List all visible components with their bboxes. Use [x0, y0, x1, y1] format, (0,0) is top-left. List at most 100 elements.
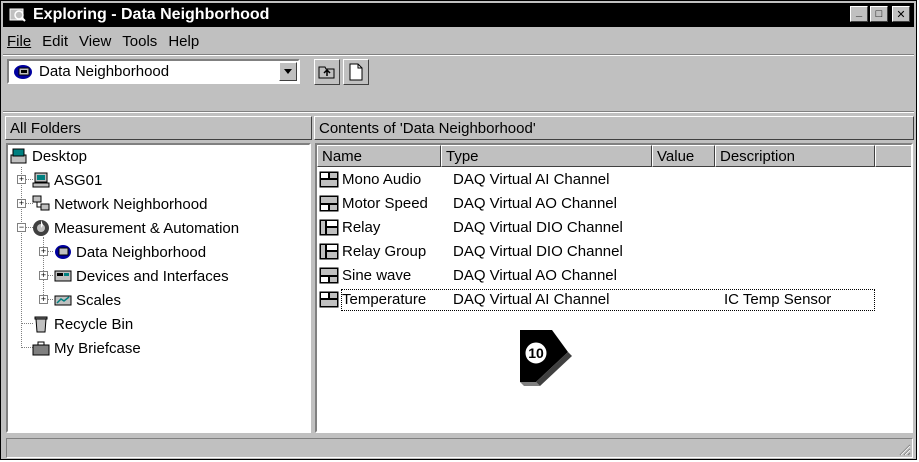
- resize-grip-icon[interactable]: [897, 442, 911, 456]
- devices-icon: [54, 270, 72, 282]
- row-type: DAQ Virtual AI Channel: [453, 171, 610, 188]
- row-name: Relay: [342, 219, 381, 236]
- menu-tools[interactable]: Tools: [122, 33, 157, 50]
- column-header-value[interactable]: Value: [652, 145, 715, 167]
- maximize-button[interactable]: □: [870, 6, 888, 22]
- address-combo[interactable]: Data Neighborhood: [7, 59, 300, 84]
- expand-scales-button[interactable]: +: [39, 295, 48, 304]
- close-button[interactable]: ✕: [892, 6, 910, 22]
- tree-label: Network Neighborhood: [54, 195, 208, 213]
- row-type: DAQ Virtual AI Channel: [453, 291, 610, 308]
- tree-item-scales[interactable]: Scales: [54, 289, 121, 311]
- column-header-type[interactable]: Type: [441, 145, 652, 167]
- row-type: DAQ Virtual AO Channel: [453, 267, 617, 284]
- row-name: Relay Group: [342, 243, 427, 260]
- all-folders-header: All Folders: [5, 116, 312, 140]
- table-row[interactable]: Sine wave DAQ Virtual AO Channel: [317, 265, 907, 287]
- data-neighborhood-icon: [14, 64, 32, 79]
- expand-devices-button[interactable]: +: [39, 271, 48, 280]
- tree-label: Scales: [76, 291, 122, 309]
- title-bar[interactable]: Exploring - Data Neighborhood _ □ ✕: [3, 3, 914, 27]
- tree-label: Measurement & Automation: [54, 219, 240, 237]
- measurement-icon: [33, 220, 49, 236]
- ao-channel-icon: [319, 267, 339, 284]
- contents-list[interactable]: Name Type Value Description Mono Audio D…: [315, 143, 913, 433]
- table-row-focused[interactable]: Temperature DAQ Virtual AI Channel IC Te…: [341, 289, 875, 311]
- network-icon: [32, 195, 50, 211]
- column-header-label: Value: [657, 147, 695, 165]
- table-row[interactable]: Relay Group DAQ Virtual DIO Channel: [317, 241, 907, 263]
- callout-number: 10: [528, 345, 544, 361]
- window-title: Exploring - Data Neighborhood: [33, 6, 270, 23]
- menu-edit[interactable]: Edit: [42, 33, 68, 50]
- column-header-label: Name: [322, 147, 363, 165]
- explorer-window: Exploring - Data Neighborhood _ □ ✕ File…: [0, 0, 917, 460]
- menu-tools-label: Tools: [122, 32, 158, 50]
- menu-file-label: File: [7, 32, 32, 50]
- tree-label: Desktop: [32, 147, 88, 165]
- tree-label: Data Neighborhood: [76, 243, 207, 261]
- tree-item-devices-interfaces[interactable]: Devices and Interfaces: [54, 265, 229, 287]
- scales-icon: [54, 295, 72, 306]
- column-header-description[interactable]: Description: [715, 145, 875, 167]
- tree-connector: [21, 167, 22, 346]
- row-type: DAQ Virtual DIO Channel: [453, 243, 623, 260]
- address-dropdown-button[interactable]: [279, 62, 297, 81]
- maximize-icon: □: [875, 8, 883, 20]
- new-button[interactable]: [343, 59, 369, 85]
- tree-label: ASG01: [54, 171, 103, 189]
- contents-label: Contents of 'Data Neighborhood': [319, 119, 536, 137]
- tree-item-network-neighborhood[interactable]: Network Neighborhood: [32, 193, 207, 215]
- tree-item-asg01[interactable]: ASG01: [32, 169, 102, 191]
- folder-tree[interactable]: + + − + + + Desktop ASG01 Network Neighb…: [6, 143, 311, 433]
- status-bar: [6, 438, 913, 458]
- tree-label: Recycle Bin: [54, 315, 134, 333]
- ao-channel-icon: [319, 195, 339, 212]
- contents-header: Contents of 'Data Neighborhood': [314, 116, 914, 140]
- menu-view[interactable]: View: [79, 33, 111, 50]
- menu-view-label: View: [79, 32, 112, 50]
- row-name: Mono Audio: [342, 171, 422, 188]
- minimize-button[interactable]: _: [850, 6, 868, 22]
- toolbar-separator: [3, 111, 914, 113]
- up-one-level-button[interactable]: [314, 59, 340, 85]
- table-row[interactable]: Motor Speed DAQ Virtual AO Channel: [317, 193, 907, 215]
- row-type: DAQ Virtual AO Channel: [453, 195, 617, 212]
- column-header-label: Type: [446, 147, 479, 165]
- tree-item-measurement-automation[interactable]: Measurement & Automation: [32, 217, 239, 239]
- menu-help-label: Help: [168, 32, 200, 50]
- chevron-down-icon: [284, 68, 292, 74]
- tree-item-data-neighborhood[interactable]: Data Neighborhood: [54, 241, 206, 263]
- menu-bar: File Edit View Tools Help: [7, 30, 210, 52]
- menu-edit-label: Edit: [42, 32, 69, 50]
- expand-data-neighborhood-button[interactable]: +: [39, 247, 48, 256]
- data-neighborhood-icon: [55, 245, 71, 259]
- expand-asg01-button[interactable]: +: [17, 175, 26, 184]
- expand-network-button[interactable]: +: [17, 199, 26, 208]
- column-header-filler: [875, 145, 911, 167]
- minimize-icon: _: [855, 6, 863, 18]
- tree-item-recycle-bin[interactable]: Recycle Bin: [32, 313, 133, 335]
- close-icon: ✕: [896, 8, 906, 21]
- explore-icon: [9, 8, 26, 22]
- dio-channel-icon: [319, 219, 339, 236]
- row-description: IC Temp Sensor: [724, 291, 832, 308]
- table-row[interactable]: Mono Audio DAQ Virtual AI Channel: [317, 169, 907, 191]
- row-name: Temperature: [342, 291, 427, 308]
- up-folder-icon: [318, 66, 335, 79]
- column-header-name[interactable]: Name: [317, 145, 441, 167]
- computer-icon: [32, 172, 50, 188]
- recycle-bin-icon: [34, 316, 48, 333]
- new-document-icon: [349, 63, 363, 81]
- column-header-label: Description: [720, 147, 796, 165]
- menu-help[interactable]: Help: [168, 33, 199, 50]
- table-row[interactable]: Relay DAQ Virtual DIO Channel: [317, 217, 907, 239]
- tree-item-desktop[interactable]: Desktop: [10, 145, 87, 167]
- ai-channel-icon: [319, 171, 339, 188]
- tree-item-my-briefcase[interactable]: My Briefcase: [32, 337, 141, 359]
- menu-file[interactable]: File: [7, 33, 31, 50]
- dio-channel-icon: [319, 243, 339, 260]
- collapse-measurement-button[interactable]: −: [17, 223, 26, 232]
- tree-label: Devices and Interfaces: [76, 267, 229, 285]
- desktop-icon: [10, 148, 27, 164]
